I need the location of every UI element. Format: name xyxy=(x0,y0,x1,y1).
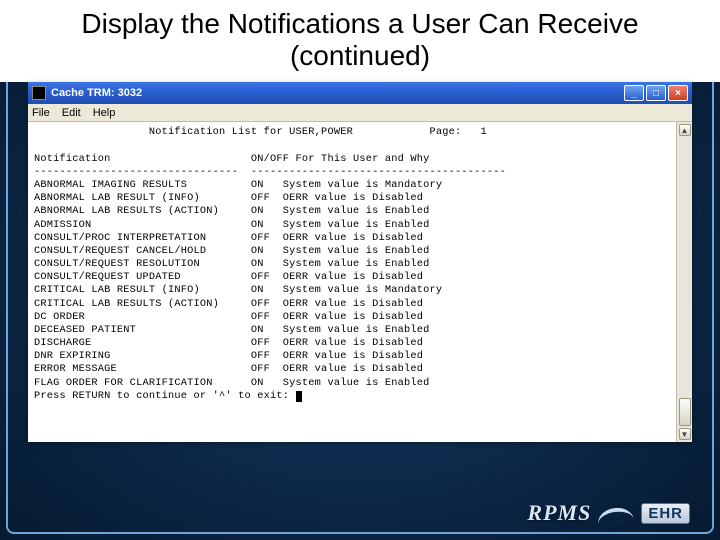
terminal-cursor xyxy=(296,391,302,402)
scroll-down-arrow-icon[interactable]: ▼ xyxy=(679,428,691,440)
menu-help[interactable]: Help xyxy=(93,107,116,119)
terminal-output[interactable]: Notification List for USER,POWER Page: 1… xyxy=(28,122,676,442)
vertical-scrollbar[interactable]: ▲ ▼ xyxy=(676,122,692,442)
window-titlebar[interactable]: Cache TRM: 3032 _ □ × xyxy=(28,82,692,104)
slide-title: Display the Notifications a User Can Rec… xyxy=(0,0,720,82)
app-icon xyxy=(32,86,46,100)
window-buttons: _ □ × xyxy=(624,85,688,101)
close-button[interactable]: × xyxy=(668,85,688,101)
menu-bar: File Edit Help xyxy=(28,104,692,122)
swoosh-icon xyxy=(597,502,635,524)
footer-logo: RPMS EHR xyxy=(527,500,690,526)
maximize-button[interactable]: □ xyxy=(646,85,666,101)
minimize-button[interactable]: _ xyxy=(624,85,644,101)
scroll-thumb[interactable] xyxy=(679,398,691,426)
rpms-logo-text: RPMS xyxy=(527,500,591,526)
terminal-area: Notification List for USER,POWER Page: 1… xyxy=(28,122,692,442)
menu-edit[interactable]: Edit xyxy=(62,107,81,119)
menu-file[interactable]: File xyxy=(32,107,50,119)
ehr-badge: EHR xyxy=(641,503,690,524)
scroll-up-arrow-icon[interactable]: ▲ xyxy=(679,124,691,136)
window-title-text: Cache TRM: 3032 xyxy=(51,87,624,99)
terminal-window: Cache TRM: 3032 _ □ × File Edit Help Not… xyxy=(28,82,692,442)
